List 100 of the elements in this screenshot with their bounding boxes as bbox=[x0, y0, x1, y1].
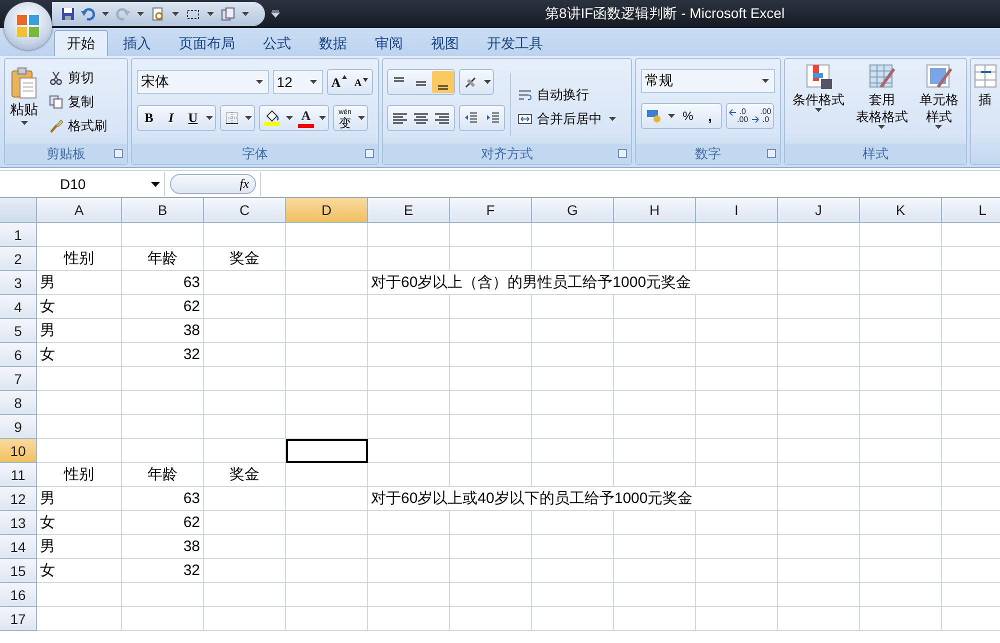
caret-icon[interactable] bbox=[484, 80, 491, 84]
spreadsheet-cell[interactable] bbox=[860, 247, 942, 271]
spreadsheet-cell[interactable] bbox=[860, 511, 942, 535]
wrap-text-button[interactable]: 自动换行 bbox=[516, 84, 620, 106]
spreadsheet-cell[interactable] bbox=[37, 583, 122, 607]
spreadsheet-cell[interactable] bbox=[286, 343, 368, 367]
spreadsheet-cell[interactable] bbox=[286, 487, 368, 511]
spreadsheet-cell[interactable] bbox=[122, 223, 204, 247]
spreadsheet-cell[interactable] bbox=[286, 511, 368, 535]
spreadsheet-cell[interactable] bbox=[368, 559, 450, 583]
caret-icon[interactable] bbox=[878, 125, 886, 129]
spreadsheet-cell[interactable] bbox=[450, 295, 532, 319]
column-header[interactable]: J bbox=[778, 198, 860, 223]
spreadsheet-cell[interactable] bbox=[778, 415, 860, 439]
font-color-button[interactable]: A bbox=[298, 108, 314, 128]
spreadsheet-cell[interactable] bbox=[860, 367, 942, 391]
spreadsheet-cell[interactable] bbox=[450, 391, 532, 415]
spreadsheet-cell[interactable] bbox=[860, 223, 942, 247]
spreadsheet-cell[interactable] bbox=[778, 343, 860, 367]
spreadsheet-cell[interactable] bbox=[614, 439, 696, 463]
spreadsheet-cell[interactable] bbox=[696, 415, 778, 439]
row-header[interactable]: 2 bbox=[0, 247, 37, 271]
row-header[interactable]: 3 bbox=[0, 271, 37, 295]
spreadsheet-cell[interactable]: 男 bbox=[37, 487, 122, 511]
row-header[interactable]: 15 bbox=[0, 559, 37, 583]
spreadsheet-cell[interactable] bbox=[204, 343, 286, 367]
column-header[interactable]: E bbox=[368, 198, 450, 223]
customize-toolbar-icon[interactable] bbox=[271, 10, 280, 18]
underline-button[interactable]: U bbox=[182, 107, 204, 129]
font-name-dropdown[interactable]: 宋体 bbox=[137, 70, 269, 94]
spreadsheet-cell[interactable] bbox=[614, 559, 696, 583]
spreadsheet-cell[interactable] bbox=[286, 271, 368, 295]
spreadsheet-cell[interactable] bbox=[286, 535, 368, 559]
spreadsheet-cell[interactable] bbox=[696, 511, 778, 535]
spreadsheet-cell[interactable] bbox=[860, 463, 942, 487]
cell-style-button[interactable]: 单元格 样式 bbox=[919, 63, 958, 144]
spreadsheet-cell[interactable] bbox=[368, 247, 450, 271]
spreadsheet-cell[interactable] bbox=[286, 583, 368, 607]
spreadsheet-cell[interactable] bbox=[614, 463, 696, 487]
decrease-decimal-button[interactable]: .00 .0 bbox=[750, 105, 774, 127]
spreadsheet-cell[interactable] bbox=[696, 247, 778, 271]
spreadsheet-cell[interactable] bbox=[860, 343, 942, 367]
column-header[interactable]: F bbox=[450, 198, 532, 223]
spreadsheet-cell[interactable] bbox=[450, 247, 532, 271]
redo-icon[interactable] bbox=[115, 6, 131, 22]
spreadsheet-cell[interactable] bbox=[450, 343, 532, 367]
column-header[interactable]: C bbox=[204, 198, 286, 223]
column-header[interactable]: H bbox=[614, 198, 696, 223]
spreadsheet-cell[interactable] bbox=[532, 367, 614, 391]
spreadsheet-cell[interactable] bbox=[286, 367, 368, 391]
conditional-format-button[interactable]: 条件格式 bbox=[792, 63, 845, 144]
align-bottom-button[interactable] bbox=[432, 71, 454, 93]
ribbon-tab[interactable]: 开始 bbox=[54, 30, 108, 56]
spreadsheet-cell[interactable]: 女 bbox=[37, 559, 122, 583]
spreadsheet-cell[interactable] bbox=[286, 391, 368, 415]
spreadsheet-cell[interactable] bbox=[860, 271, 942, 295]
spreadsheet-cell[interactable] bbox=[37, 439, 122, 463]
undo-icon[interactable] bbox=[80, 6, 96, 22]
spreadsheet-cell[interactable] bbox=[368, 319, 450, 343]
insert-function-button[interactable]: fx bbox=[170, 174, 256, 194]
spreadsheet-cell[interactable] bbox=[204, 487, 286, 511]
spreadsheet-cell[interactable]: 女 bbox=[37, 295, 122, 319]
spreadsheet-cell[interactable] bbox=[614, 535, 696, 559]
spreadsheet-cell[interactable] bbox=[204, 295, 286, 319]
row-header[interactable]: 4 bbox=[0, 295, 37, 319]
spreadsheet-cell[interactable] bbox=[614, 295, 696, 319]
comma-button[interactable]: , bbox=[699, 105, 721, 127]
spreadsheet-cell[interactable]: 32 bbox=[122, 343, 204, 367]
caret-icon[interactable] bbox=[256, 80, 263, 84]
selected-cell[interactable] bbox=[286, 439, 368, 463]
spreadsheet-cell[interactable] bbox=[286, 607, 368, 631]
spreadsheet-cell[interactable] bbox=[204, 607, 286, 631]
caret-icon[interactable] bbox=[206, 116, 213, 120]
column-header[interactable]: A bbox=[37, 198, 122, 223]
spreadsheet-cell[interactable] bbox=[204, 439, 286, 463]
caret-icon[interactable] bbox=[668, 114, 675, 118]
spreadsheet-cell[interactable] bbox=[204, 367, 286, 391]
spreadsheet-cell[interactable] bbox=[450, 223, 532, 247]
row-header[interactable]: 16 bbox=[0, 583, 37, 607]
select-all-corner[interactable] bbox=[0, 198, 37, 223]
spreadsheet-cell[interactable] bbox=[204, 223, 286, 247]
spreadsheet-cell[interactable] bbox=[286, 559, 368, 583]
column-header[interactable]: D bbox=[286, 198, 368, 223]
row-header[interactable]: 9 bbox=[0, 415, 37, 439]
spreadsheet-cell[interactable] bbox=[286, 319, 368, 343]
column-header[interactable]: L bbox=[942, 198, 1000, 223]
currency-icon[interactable] bbox=[646, 109, 662, 123]
spreadsheet-cell[interactable] bbox=[37, 223, 122, 247]
caret-icon[interactable] bbox=[207, 12, 214, 16]
spreadsheet-cell[interactable] bbox=[696, 463, 778, 487]
save-icon[interactable] bbox=[60, 6, 76, 22]
spreadsheet-cell[interactable] bbox=[450, 583, 532, 607]
spreadsheet-cell[interactable] bbox=[204, 415, 286, 439]
spreadsheet-cell[interactable] bbox=[696, 607, 778, 631]
spreadsheet-cell[interactable] bbox=[778, 607, 860, 631]
spreadsheet-cell[interactable] bbox=[696, 583, 778, 607]
spreadsheet-cell[interactable] bbox=[450, 439, 532, 463]
row-header[interactable]: 14 bbox=[0, 535, 37, 559]
spreadsheet-cell[interactable] bbox=[450, 535, 532, 559]
spreadsheet-cell[interactable] bbox=[614, 607, 696, 631]
